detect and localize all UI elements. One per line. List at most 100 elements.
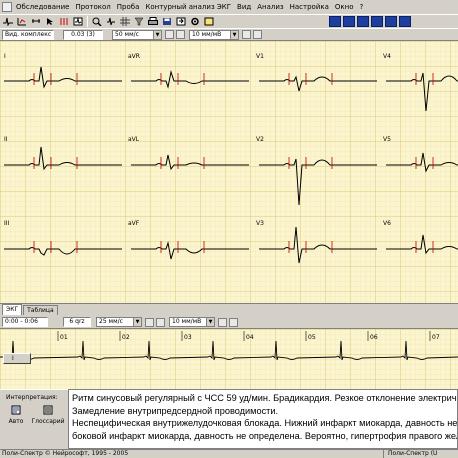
interpretation-title: Интерпретация: xyxy=(6,394,58,401)
tab-table[interactable]: Таблица xyxy=(23,305,58,315)
layout-2-icon[interactable] xyxy=(343,16,355,27)
layout-3-icon[interactable] xyxy=(357,16,369,27)
lead-label-v6: V6 xyxy=(383,220,391,227)
rhythm-tick-label: 03 xyxy=(184,334,192,341)
layout-4-icon[interactable] xyxy=(371,16,383,27)
settings-icon[interactable] xyxy=(189,16,201,27)
toolbar xyxy=(0,14,458,28)
lead-label-v3: V3 xyxy=(256,220,264,227)
scale-icon[interactable] xyxy=(30,16,42,27)
rhythm-gain-fit-icon[interactable] xyxy=(229,317,238,327)
auto-icon xyxy=(11,405,21,415)
rhythm-tick-label: 04 xyxy=(246,334,254,341)
menu-window[interactable]: Окно xyxy=(332,3,357,11)
speed-value: 50 мм/с xyxy=(115,30,139,38)
rhythm-tick-label: 01 xyxy=(60,334,68,341)
interpretation-line: Замедление внутрипредсердной проводимост… xyxy=(72,405,279,416)
rhythm-tick-label: 06 xyxy=(370,334,378,341)
grid-icon[interactable] xyxy=(119,16,131,27)
menu-contour-analysis[interactable]: Контурный анализ ЭКГ xyxy=(142,3,234,11)
menu-view[interactable]: Вид xyxy=(234,3,254,11)
time-field[interactable]: 0.03 (3) xyxy=(63,29,103,40)
rhythm-speed-lock-icon[interactable] xyxy=(145,317,154,327)
chevron-down-icon: ▼ xyxy=(133,318,141,326)
layout-6-icon[interactable] xyxy=(399,16,411,27)
print-icon[interactable] xyxy=(147,16,159,27)
lead-label-v5: V5 xyxy=(383,136,391,143)
glossary-label: Глоссарий xyxy=(31,418,65,425)
rhythm-speed-value: 25 мм/с xyxy=(99,318,123,325)
markers-icon[interactable] xyxy=(58,16,70,27)
save-icon[interactable] xyxy=(161,16,173,27)
menu-protocol[interactable]: Протокол xyxy=(72,3,113,11)
interpretation-line: боковой инфаркт миокарда, давность не оп… xyxy=(72,430,458,441)
template-icon[interactable] xyxy=(72,16,84,27)
measure-icon[interactable] xyxy=(16,16,28,27)
gain-fit-icon[interactable] xyxy=(253,30,262,39)
app-icon[interactable] xyxy=(2,2,12,12)
gain-select[interactable]: 10 мм/мВ ▼ xyxy=(189,29,239,40)
rhythm-speed-select[interactable]: 25 мм/с ▼ xyxy=(96,317,142,327)
time-range-field[interactable]: 0:00 - 0:06 xyxy=(2,317,48,327)
rhythm-lead-button[interactable]: I xyxy=(3,353,31,364)
paper-field[interactable]: 6 qrz xyxy=(63,317,91,327)
interpretation-text[interactable]: Ритм синусовый регулярный с ЧСС 59 уд/ми… xyxy=(68,389,458,449)
speed-select[interactable]: 50 мм/с ▼ xyxy=(112,29,162,40)
ecg-12-lead-panel[interactable] xyxy=(0,41,458,303)
complex-type-field[interactable]: Вид. комплекс xyxy=(2,29,54,40)
view-tabs: ЭКГ Таблица xyxy=(0,303,458,315)
rhythm-tick-label: 07 xyxy=(432,334,440,341)
amplitude-icon[interactable] xyxy=(105,16,117,27)
chevron-down-icon: ▼ xyxy=(206,318,214,326)
auto-label: Авто xyxy=(8,418,24,425)
glossary-icon xyxy=(43,405,53,415)
export-icon[interactable] xyxy=(175,16,187,27)
interpretation-panel: Интерпретация: Авто Глоссарий xyxy=(0,389,68,449)
lead-label-avf: aVF xyxy=(128,220,140,227)
gain-value: 10 мм/мВ xyxy=(192,30,222,38)
rhythm-tick-label: 02 xyxy=(122,334,130,341)
chevron-down-icon: ▼ xyxy=(153,30,161,39)
info-icon[interactable] xyxy=(203,16,215,27)
lead-label-v2: V2 xyxy=(256,136,264,143)
ecg-complex-icon[interactable] xyxy=(2,16,14,27)
menu-bar: Обследование Протокол Проба Контурный ан… xyxy=(0,0,458,14)
params-bar: Вид. комплекс 0.03 (3) 50 мм/с ▼ 10 мм/мВ… xyxy=(0,28,458,41)
menu-test[interactable]: Проба xyxy=(114,3,143,11)
zoom-icon[interactable] xyxy=(91,16,103,27)
status-app: Поли-Спектр (U xyxy=(388,450,438,457)
cursor-icon[interactable] xyxy=(44,16,56,27)
menu-help[interactable]: ? xyxy=(357,3,367,11)
lead-label-i: I xyxy=(4,53,6,60)
status-bar: Поли-Спектр © Нейрософт, 1995 - 2005 Пол… xyxy=(0,449,458,458)
gain-lock-icon[interactable] xyxy=(242,30,251,39)
filter-icon[interactable] xyxy=(133,16,145,27)
auto-button[interactable]: Авто xyxy=(2,405,30,435)
lead-label-v4: V4 xyxy=(383,53,391,60)
chevron-down-icon: ▼ xyxy=(230,30,238,39)
lead-label-iii: III xyxy=(4,220,10,227)
rhythm-tick-label: 05 xyxy=(308,334,316,341)
speed-lock-icon[interactable] xyxy=(165,30,174,39)
lead-label-avr: aVR xyxy=(128,53,140,60)
tab-ecg[interactable]: ЭКГ xyxy=(2,304,23,315)
interpretation-line: Неспецифическая внутрижелудочковая блока… xyxy=(72,418,458,429)
menu-settings[interactable]: Настройка xyxy=(287,3,332,11)
lead-label-ii: II xyxy=(4,136,8,143)
speed-fit-icon[interactable] xyxy=(176,30,185,39)
rhythm-gain-lock-icon[interactable] xyxy=(218,317,227,327)
interpretation-line: Ритм синусовый регулярный с ЧСС 59 уд/ми… xyxy=(72,393,457,403)
rhythm-gain-value: 10 мм/мВ xyxy=(172,318,202,325)
status-copyright: Поли-Спектр © Нейрософт, 1995 - 2005 xyxy=(0,450,384,458)
menu-analysis[interactable]: Анализ xyxy=(254,3,286,11)
lead-label-avl: aVL xyxy=(128,136,140,143)
menu-exam[interactable]: Обследование xyxy=(13,3,72,11)
glossary-button[interactable]: Глоссарий xyxy=(30,405,66,435)
layout-5-icon[interactable] xyxy=(385,16,397,27)
rhythm-gain-select[interactable]: 10 мм/мВ ▼ xyxy=(169,317,215,327)
rhythm-controls: 0:00 - 0:06 6 qrz 25 мм/с ▼ 10 мм/мВ ▼ xyxy=(0,316,458,329)
rhythm-speed-fit-icon[interactable] xyxy=(156,317,165,327)
layout-1-icon[interactable] xyxy=(329,16,341,27)
rhythm-strip[interactable]: 01 02 03 04 05 06 07 xyxy=(0,329,458,389)
lead-label-v1: V1 xyxy=(256,53,264,60)
